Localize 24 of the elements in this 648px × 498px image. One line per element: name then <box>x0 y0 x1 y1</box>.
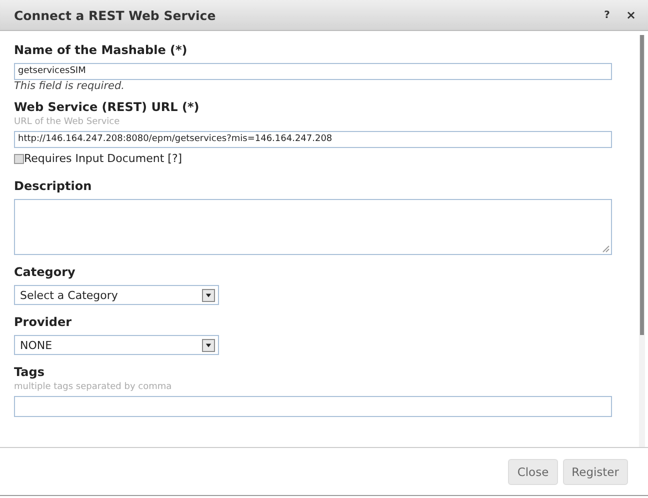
scrollbar[interactable] <box>639 35 645 447</box>
field-label: Description <box>14 179 93 193</box>
field-label: Tags <box>14 365 46 379</box>
field-label: Category <box>14 265 76 279</box>
register-button[interactable]: Register <box>562 458 628 484</box>
error-message: This field is required. <box>14 80 126 92</box>
field-label: Provider <box>14 315 73 329</box>
input-field[interactable]: getservicesSIM <box>14 63 612 80</box>
dialog-title: Connect a REST Web Service <box>14 8 217 22</box>
field-label: Web Service (REST) URL (*) <box>14 100 200 114</box>
field-label: Name of the Mashable (*) <box>14 43 188 57</box>
input-field[interactable]: http://146.164.247.208:8080/epm/getservices?mis=146.164.247.208 <box>14 131 612 148</box>
checkbox-label: Requires Input Document [?] <box>24 152 182 165</box>
dropdown[interactable]: Select a Category <box>14 285 219 305</box>
close-dialog-button[interactable]: Close <box>508 458 558 484</box>
checkbox[interactable] <box>14 154 24 164</box>
field-hint: multiple tags separated by comma <box>14 382 173 392</box>
resize-grip-icon[interactable] <box>602 245 610 253</box>
field-hint: URL of the Web Service <box>14 117 121 127</box>
help-button[interactable]: ? <box>600 10 614 20</box>
dropdown[interactable]: NONE <box>14 335 219 355</box>
close-button[interactable]: × <box>622 8 640 22</box>
text-area[interactable] <box>14 199 612 255</box>
input-field[interactable] <box>14 396 612 417</box>
